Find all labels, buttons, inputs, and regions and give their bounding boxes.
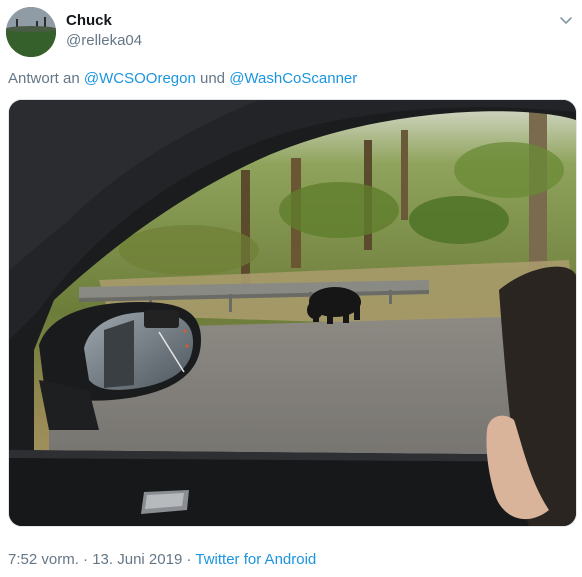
tweet-card: Chuck @relleka04 Antwort an @WCSOOregon …	[0, 0, 582, 577]
tweet-source-link[interactable]: Twitter for Android	[195, 551, 316, 568]
separator: ·	[83, 551, 89, 568]
mention-link-washcoscanner[interactable]: @WashCoScanner	[229, 70, 357, 87]
chevron-down-icon[interactable]	[558, 12, 574, 28]
tweet-time[interactable]: 7:52 vorm.	[8, 551, 79, 568]
avatar[interactable]	[6, 7, 56, 57]
tweet-meta: 7:52 vorm. · 13. Juni 2019 · Twitter for…	[8, 551, 316, 568]
user-name[interactable]: Chuck	[66, 12, 112, 29]
tweet-date[interactable]: 13. Juni 2019	[92, 551, 182, 568]
separator: ·	[186, 551, 192, 568]
mention-link-wcsooregon[interactable]: @WCSOOregon	[84, 70, 196, 87]
reply-context: Antwort an @WCSOOregon und @WashCoScanne…	[8, 70, 357, 87]
tweet-photo[interactable]	[8, 99, 577, 527]
user-handle[interactable]: @relleka04	[66, 32, 142, 49]
reply-prefix: Antwort an	[8, 70, 80, 87]
reply-conjunction: und	[199, 70, 226, 87]
